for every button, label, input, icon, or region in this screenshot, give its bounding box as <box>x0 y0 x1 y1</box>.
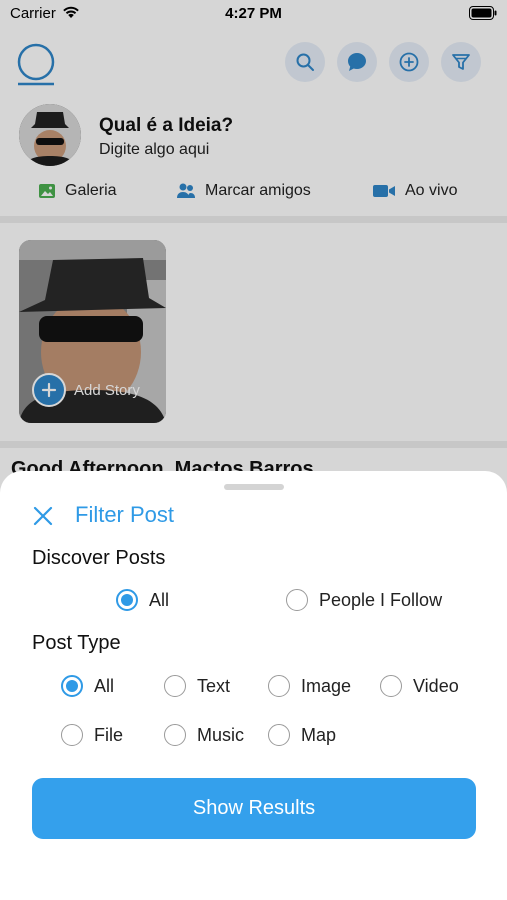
radio-label: File <box>94 724 124 745</box>
radio-unselected-icon <box>268 675 290 697</box>
radio-selected-icon <box>116 589 138 611</box>
radio-label: Map <box>301 724 337 745</box>
sheet-title: Filter Post <box>75 502 175 527</box>
radio-label: Text <box>197 675 231 696</box>
radio-label: All <box>149 589 170 610</box>
radio-unselected-icon <box>164 724 186 746</box>
radio-unselected-icon <box>268 724 290 746</box>
show-results-button[interactable]: Show Results <box>32 778 476 839</box>
radio-unselected-icon <box>61 724 83 746</box>
type-option-image[interactable]: Image <box>268 675 351 697</box>
radio-label: Image <box>301 675 352 696</box>
sheet-grabber[interactable] <box>224 484 284 490</box>
post-type-heading: Post Type <box>32 632 121 654</box>
discover-option-people-i-follow[interactable]: People I Follow <box>286 589 442 611</box>
type-option-video[interactable]: Video <box>380 675 459 697</box>
type-option-file[interactable]: File <box>61 724 123 746</box>
radio-unselected-icon <box>164 675 186 697</box>
radio-unselected-icon <box>286 589 308 611</box>
type-option-map[interactable]: Map <box>268 724 336 746</box>
type-option-music[interactable]: Music <box>164 724 244 746</box>
discover-option-all[interactable]: All <box>116 589 169 611</box>
type-option-all[interactable]: All <box>61 675 114 697</box>
radio-unselected-icon <box>380 675 402 697</box>
filter-post-sheet: Filter Post Discover Posts All People I … <box>0 471 507 900</box>
radio-selected-icon <box>61 675 83 697</box>
close-icon[interactable] <box>31 504 55 528</box>
radio-label: Music <box>197 724 245 745</box>
discover-posts-heading: Discover Posts <box>32 547 166 569</box>
radio-label: People I Follow <box>319 589 443 610</box>
radio-label: All <box>94 675 115 696</box>
radio-label: Video <box>413 675 459 696</box>
type-option-text[interactable]: Text <box>164 675 230 697</box>
